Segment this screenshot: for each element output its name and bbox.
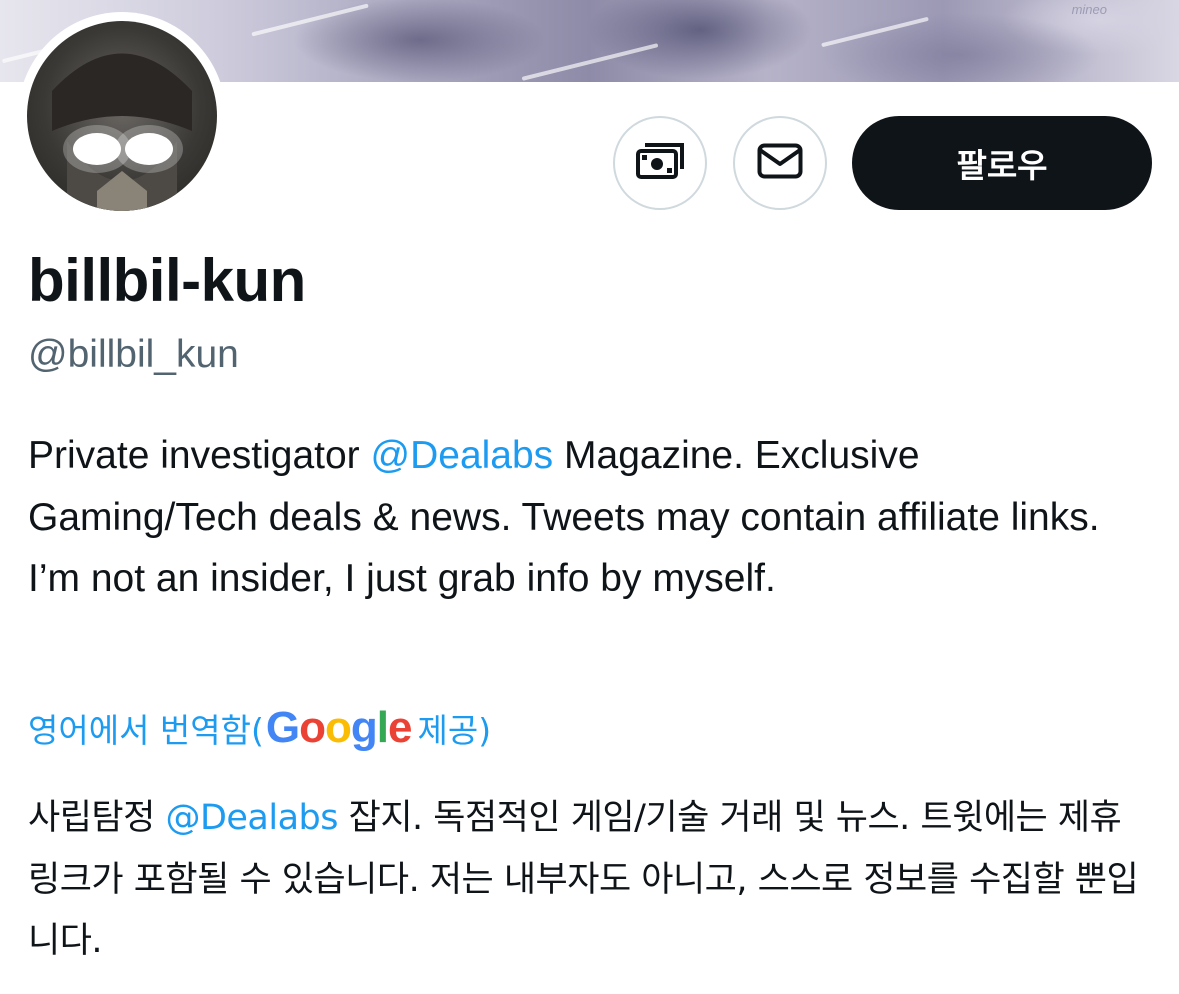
- bio-text-start: Private investigator: [28, 434, 371, 477]
- tip-button[interactable]: [613, 116, 707, 210]
- follow-button[interactable]: 팔로우: [852, 116, 1152, 210]
- money-icon: [635, 141, 685, 186]
- profile-bio: Private investigator @Dealabs Magazine. …: [28, 425, 1153, 610]
- display-name: billbil-kun: [28, 247, 306, 314]
- translated-text-start: 사립탐정: [28, 798, 166, 838]
- translated-bio: 사립탐정 @Dealabs 잡지. 독점적인 게임/기술 거래 및 뉴스. 트윗…: [28, 788, 1153, 973]
- translated-mention-link[interactable]: @Dealabs: [165, 798, 338, 838]
- message-button[interactable]: [733, 116, 827, 210]
- translation-suffix: 제공): [417, 711, 492, 750]
- envelope-icon: [757, 143, 803, 184]
- banner-signature: mineo: [1071, 2, 1107, 17]
- translation-attribution[interactable]: 영어에서 번역함( Google 제공): [28, 700, 491, 756]
- mention-link[interactable]: @Dealabs: [371, 434, 554, 477]
- user-handle: @billbil_kun: [28, 333, 239, 376]
- translation-prefix: 영어에서 번역함(: [28, 711, 264, 750]
- avatar[interactable]: [27, 21, 217, 211]
- google-logo: Google: [265, 703, 413, 752]
